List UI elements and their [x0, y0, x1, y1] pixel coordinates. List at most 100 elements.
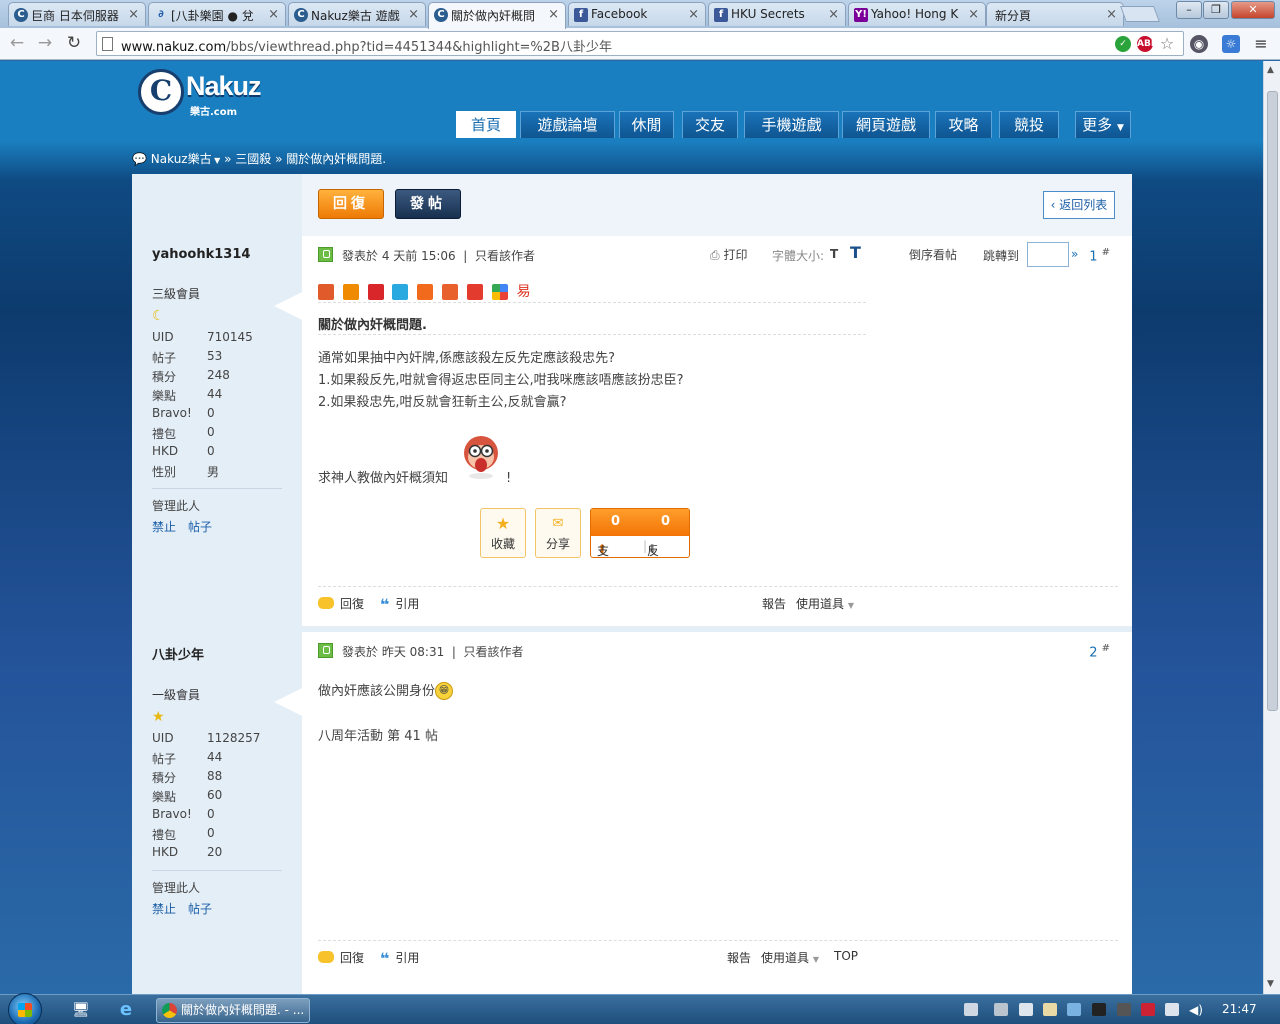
- new-tab-button[interactable]: [1120, 6, 1160, 22]
- ban-user-link[interactable]: 禁止: [152, 520, 176, 534]
- breadcrumb-forum[interactable]: 三國殺: [235, 152, 271, 166]
- nav-leisure[interactable]: 休閒: [619, 111, 674, 138]
- share-weibo-icon[interactable]: [318, 284, 334, 300]
- chevron-down-icon[interactable]: ▼: [212, 156, 220, 165]
- user-posts-link[interactable]: 帖子: [188, 520, 212, 534]
- share-pinterest-icon[interactable]: [367, 284, 384, 300]
- close-icon[interactable]: ×: [548, 7, 559, 22]
- tray-icon[interactable]: [1019, 1003, 1033, 1016]
- author-name[interactable]: 八卦少年: [152, 644, 282, 663]
- report-link[interactable]: 報告: [762, 595, 786, 612]
- tray-icon[interactable]: [994, 1003, 1008, 1016]
- print-link[interactable]: ⎙ 打印: [710, 246, 747, 263]
- quote-link[interactable]: ❝ 引用: [380, 949, 419, 968]
- back-to-list-button[interactable]: ‹ 返回列表: [1043, 191, 1115, 219]
- tray-icon[interactable]: [1117, 1003, 1131, 1016]
- close-icon[interactable]: ×: [968, 7, 979, 22]
- url-text[interactable]: www.nakuz.com/bbs/viewthread.php?tid=445…: [121, 36, 612, 55]
- nav-game-forum[interactable]: 遊戲論壇: [520, 111, 615, 138]
- start-button[interactable]: [8, 993, 42, 1024]
- reply-link[interactable]: 回復: [318, 949, 364, 966]
- tab-jushang[interactable]: C 巨商 日本伺服器 ×: [8, 2, 146, 26]
- tab-yahoo[interactable]: Y! Yahoo! Hong K ×: [848, 2, 986, 26]
- nav-social[interactable]: 交友: [682, 111, 738, 138]
- extension-translate-icon[interactable]: ☼: [1222, 35, 1240, 53]
- nav-web-games[interactable]: 網頁遊戲: [842, 111, 930, 138]
- floor-number[interactable]: 2 #: [1089, 643, 1110, 660]
- tab-hku-secrets[interactable]: f HKU Secrets ×: [708, 2, 846, 26]
- share-twitter-icon[interactable]: [392, 284, 409, 300]
- close-icon[interactable]: ×: [688, 7, 699, 22]
- nav-more[interactable]: 更多 ▼: [1075, 111, 1131, 138]
- back-arrow-icon[interactable]: ←: [6, 33, 28, 55]
- font-small-button[interactable]: T: [830, 247, 838, 261]
- quote-link[interactable]: ❝ 引用: [380, 595, 419, 614]
- clock[interactable]: 21:47: [1222, 1002, 1257, 1016]
- tray-icon[interactable]: [1092, 1003, 1106, 1016]
- floor-number[interactable]: 1 #: [1089, 247, 1110, 264]
- favorite-button[interactable]: ★ 收藏: [480, 508, 526, 558]
- reverse-order-link[interactable]: 倒序看帖: [909, 246, 957, 263]
- close-icon[interactable]: ×: [268, 7, 279, 22]
- share-xianguo-icon[interactable]: [442, 284, 459, 300]
- nav-home[interactable]: 首頁: [456, 111, 516, 138]
- security-check-icon[interactable]: ✓: [1115, 36, 1131, 52]
- forward-arrow-icon[interactable]: →: [34, 33, 56, 55]
- top-link[interactable]: TOP: [834, 949, 858, 963]
- tray-icon[interactable]: [1141, 1003, 1155, 1016]
- address-bar[interactable]: www.nakuz.com/bbs/viewthread.php?tid=445…: [96, 31, 1184, 56]
- jump-floor-input[interactable]: [1027, 242, 1069, 267]
- share-plurk-icon[interactable]: [342, 284, 359, 300]
- minimize-button[interactable]: –: [1176, 1, 1202, 19]
- share-douban-icon[interactable]: [417, 284, 434, 300]
- only-author-link[interactable]: 只看該作者: [464, 645, 524, 659]
- user-posts-link[interactable]: 帖子: [188, 902, 212, 916]
- keyboard-icon[interactable]: [964, 1003, 978, 1016]
- network-icon[interactable]: [1165, 1003, 1179, 1016]
- internet-explorer-icon[interactable]: e: [115, 1000, 137, 1020]
- report-link[interactable]: 報告: [727, 949, 751, 966]
- nav-auction[interactable]: 競投: [999, 111, 1059, 138]
- only-author-link[interactable]: 只看該作者: [475, 249, 535, 263]
- extension-icon[interactable]: ◉: [1190, 35, 1208, 53]
- tab-bagua[interactable]: ∂ [八卦樂園 ● 兌 ×: [148, 2, 286, 26]
- scrollbar-thumb[interactable]: [1267, 91, 1278, 711]
- use-tools-menu[interactable]: 使用道具 ▼: [796, 595, 854, 612]
- author-name[interactable]: yahoohk1314: [152, 247, 282, 262]
- maximize-button[interactable]: ❐: [1203, 1, 1229, 19]
- tab-new[interactable]: 新分頁 ×: [986, 2, 1124, 26]
- close-icon[interactable]: ×: [408, 7, 419, 22]
- tab-facebook[interactable]: f Facebook ×: [568, 2, 706, 26]
- reply-button[interactable]: 回復: [318, 189, 384, 219]
- nav-guides[interactable]: 攻略: [935, 111, 992, 138]
- volume-icon[interactable]: ◀): [1189, 1003, 1203, 1017]
- share-button[interactable]: ✉ 分享: [535, 508, 581, 558]
- breadcrumb-home[interactable]: Nakuz樂古: [151, 152, 212, 166]
- tab-current-thread[interactable]: C 關於做內奸概問 ×: [428, 2, 566, 29]
- adblock-icon[interactable]: ABP: [1137, 36, 1157, 52]
- windows-explorer-icon[interactable]: 🖥: [70, 1000, 92, 1020]
- window-close-button[interactable]: ✕: [1231, 1, 1275, 19]
- share-google-icon[interactable]: [491, 284, 508, 300]
- scroll-down-icon[interactable]: ▼: [1267, 979, 1274, 989]
- close-icon[interactable]: ×: [828, 7, 839, 22]
- use-tools-menu[interactable]: 使用道具 ▼: [761, 949, 819, 966]
- reply-link[interactable]: 回復: [318, 595, 364, 612]
- share-yi-icon[interactable]: 易: [517, 284, 533, 300]
- font-large-button[interactable]: T: [850, 243, 861, 262]
- taskbar-task-chrome[interactable]: 關於做內奸概問題. - ...: [156, 998, 310, 1023]
- jump-go-button[interactable]: »: [1071, 247, 1078, 261]
- settings-menu-icon[interactable]: ≡: [1252, 35, 1270, 53]
- tab-nakuz-games[interactable]: C Nakuz樂古 遊戲 ×: [288, 2, 426, 26]
- close-icon[interactable]: ×: [1106, 7, 1117, 22]
- vertical-scrollbar[interactable]: ▲ ▼: [1263, 61, 1280, 994]
- ban-user-link[interactable]: 禁止: [152, 902, 176, 916]
- bookmark-star-icon[interactable]: ☆: [1159, 36, 1175, 52]
- share-hd-icon[interactable]: [466, 284, 483, 300]
- site-logo[interactable]: C Nakuz 樂古.com: [138, 69, 278, 118]
- scroll-up-icon[interactable]: ▲: [1267, 65, 1274, 75]
- tray-icon[interactable]: [1067, 1003, 1081, 1016]
- new-post-button[interactable]: 發帖: [395, 189, 461, 219]
- nav-mobile-games[interactable]: 手機遊戲: [744, 111, 839, 138]
- tray-icon[interactable]: [1043, 1003, 1057, 1016]
